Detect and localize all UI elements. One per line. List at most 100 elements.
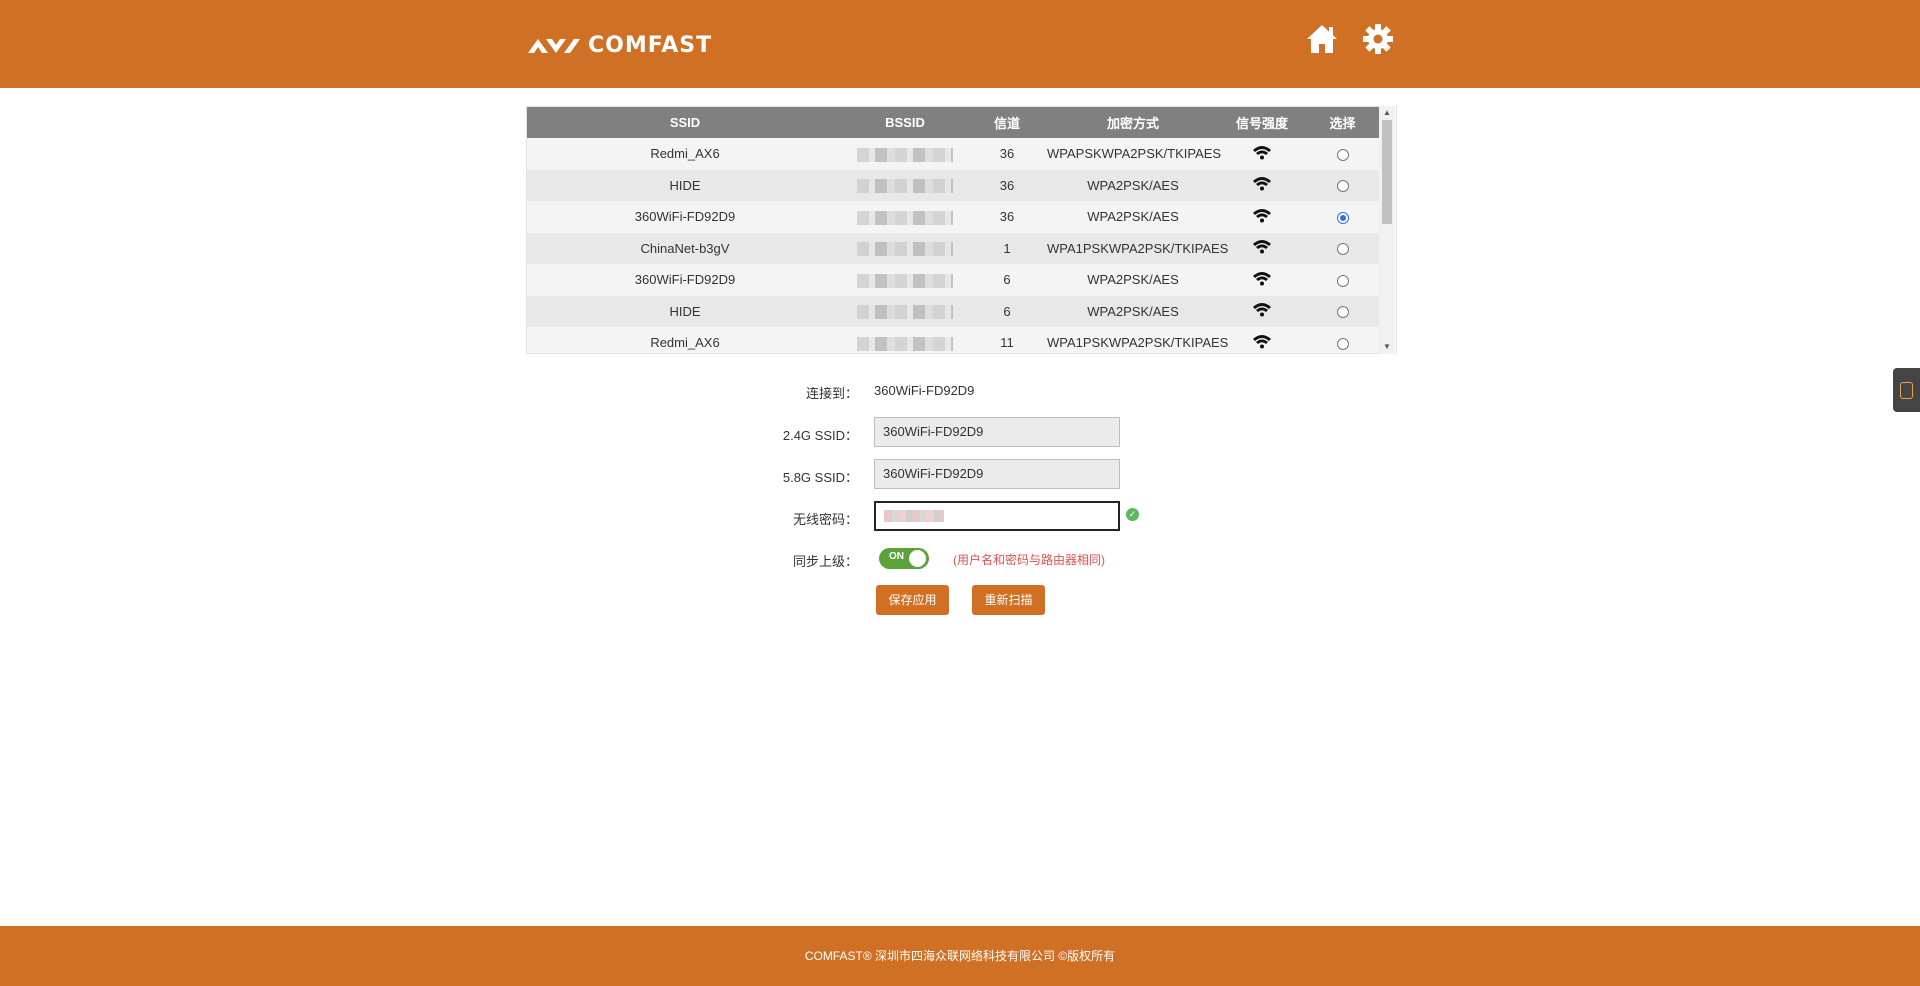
- cell-channel: 1: [967, 232, 1047, 264]
- bssid-redacted: [857, 273, 953, 288]
- cell-ssid: HIDE: [527, 295, 843, 327]
- cell-signal: [1219, 327, 1305, 353]
- cell-bssid: [843, 232, 967, 264]
- cell-bssid: [843, 264, 967, 296]
- wifi-signal-icon: [1252, 208, 1272, 226]
- cell-encryption: WPA2PSK/AES: [1047, 295, 1219, 327]
- wifi-signal-icon: [1252, 302, 1272, 320]
- bssid-redacted: [857, 242, 953, 257]
- select-radio[interactable]: [1336, 274, 1349, 287]
- wifi-signal-icon: [1252, 334, 1272, 352]
- cell-ssid: 360WiFi-FD92D9: [527, 264, 843, 296]
- select-radio[interactable]: [1336, 337, 1349, 350]
- column-header-signal: 信号强度: [1219, 107, 1305, 138]
- scrollbar-thumb[interactable]: [1382, 120, 1392, 224]
- cell-ssid: HIDE: [527, 169, 843, 201]
- cell-signal: [1219, 138, 1305, 170]
- cell-encryption: WPAPSKWPA2PSK/TKIPAES: [1047, 138, 1221, 170]
- cell-bssid: [843, 295, 967, 327]
- gear-icon[interactable]: [1361, 22, 1395, 56]
- select-radio[interactable]: [1336, 243, 1349, 256]
- cell-signal: [1219, 201, 1305, 233]
- home-icon[interactable]: [1305, 22, 1339, 56]
- column-header-channel: 信道: [967, 107, 1047, 138]
- select-radio[interactable]: [1336, 306, 1349, 319]
- cell-channel: 11: [967, 327, 1047, 353]
- wifi-signal-icon: [1252, 239, 1272, 257]
- table-row[interactable]: 360WiFi-FD92D9 36 WPA2PSK/AES: [527, 201, 1380, 233]
- cell-encryption: WPA1PSKWPA2PSK/TKIPAES: [1047, 232, 1228, 264]
- logo-text: COMFAST: [588, 32, 713, 58]
- ssid58-input[interactable]: 360WiFi-FD92D9: [874, 459, 1120, 489]
- wifi-signal-icon: [1252, 145, 1272, 163]
- cell-ssid: ChinaNet-b3gV: [527, 232, 843, 264]
- table-row[interactable]: Redmi_AX6 11 WPA1PSKWPA2PSK/TKIPAES: [527, 327, 1380, 353]
- table-row[interactable]: 360WiFi-FD92D9 6 WPA2PSK/AES: [527, 264, 1380, 296]
- footer-copyright: COMFAST® 深圳市四海众联网络科技有限公司 ©版权所有: [0, 926, 1920, 986]
- select-radio[interactable]: [1336, 180, 1349, 193]
- scroll-up-arrow-icon[interactable]: ▲: [1379, 107, 1395, 119]
- cell-signal: [1219, 232, 1305, 264]
- column-header-encryption: 加密方式: [1047, 107, 1219, 138]
- password-label: 无线密码：: [792, 512, 858, 527]
- cell-ssid: 360WiFi-FD92D9: [527, 201, 843, 233]
- cell-encryption: WPA2PSK/AES: [1047, 169, 1219, 201]
- mouse-icon: [1900, 382, 1913, 399]
- toggle-knob: [909, 550, 926, 567]
- table-row[interactable]: HIDE 6 WPA2PSK/AES: [527, 295, 1380, 327]
- cell-ssid: Redmi_AX6: [527, 138, 843, 170]
- cell-signal: [1219, 264, 1305, 296]
- table-row[interactable]: Redmi_AX6 36 WPAPSKWPA2PSK/TKIPAES: [527, 138, 1380, 170]
- cell-select[interactable]: [1305, 295, 1380, 327]
- cell-encryption: WPA2PSK/AES: [1047, 201, 1219, 233]
- cell-select[interactable]: [1305, 232, 1380, 264]
- bssid-redacted: [857, 336, 953, 351]
- connect-to-label: 连接到：: [805, 386, 858, 401]
- ssid24-input[interactable]: 360WiFi-FD92D9: [874, 417, 1120, 447]
- table-scrollbar[interactable]: ▲ ▼: [1379, 106, 1395, 354]
- cell-signal: [1219, 169, 1305, 201]
- cell-encryption: WPA1PSKWPA2PSK/TKIPAES: [1047, 327, 1228, 353]
- cell-bssid: [843, 201, 967, 233]
- cell-signal: [1219, 295, 1305, 327]
- side-float-tab[interactable]: [1893, 368, 1920, 412]
- password-mask: [884, 510, 944, 522]
- logo-mark-icon: [528, 39, 580, 53]
- table-header-row: SSID BSSID 信道 加密方式 信号强度 选择: [527, 107, 1380, 138]
- check-icon: ✓: [1126, 508, 1139, 521]
- cell-bssid: [843, 327, 967, 353]
- top-header: COMFAST: [0, 0, 1920, 88]
- wifi-signal-icon: [1252, 271, 1272, 289]
- sync-toggle[interactable]: ON: [879, 548, 929, 569]
- rescan-button[interactable]: 重新扫描: [972, 585, 1045, 615]
- cell-select[interactable]: [1305, 138, 1380, 170]
- cell-ssid: Redmi_AX6: [527, 327, 843, 353]
- column-header-ssid: SSID: [527, 107, 843, 138]
- cell-channel: 6: [967, 264, 1047, 296]
- cell-select[interactable]: [1305, 264, 1380, 296]
- cell-channel: 36: [967, 201, 1047, 233]
- column-header-bssid: BSSID: [843, 107, 967, 138]
- select-radio[interactable]: [1336, 148, 1349, 161]
- select-radio[interactable]: [1336, 211, 1349, 224]
- table-row[interactable]: ChinaNet-b3gV 1 WPA1PSKWPA2PSK/TKIPAES: [527, 232, 1380, 264]
- connect-to-value: 360WiFi-FD92D9: [874, 383, 975, 398]
- wifi-signal-icon: [1252, 176, 1272, 194]
- cell-select[interactable]: [1305, 169, 1380, 201]
- cell-select[interactable]: [1305, 201, 1380, 233]
- password-input[interactable]: [874, 501, 1120, 531]
- scan-results-panel: SSID BSSID 信道 加密方式 信号强度 选择 Redmi_AX6 36 WP…: [526, 106, 1397, 354]
- save-button[interactable]: 保存应用: [876, 585, 949, 615]
- column-header-select: 选择: [1305, 107, 1380, 138]
- cell-select[interactable]: [1305, 327, 1380, 353]
- scroll-down-arrow-icon[interactable]: ▼: [1379, 341, 1395, 353]
- cell-bssid: [843, 169, 967, 201]
- cell-channel: 36: [967, 138, 1047, 170]
- cell-channel: 36: [967, 169, 1047, 201]
- table-row[interactable]: HIDE 36 WPA2PSK/AES: [527, 169, 1380, 201]
- bssid-redacted: [857, 210, 953, 225]
- sync-note: (用户名和密码与路由器相同): [953, 553, 1105, 567]
- ssid24-label: 2.4G SSID：: [782, 428, 858, 443]
- cell-bssid: [843, 138, 967, 170]
- comfast-logo[interactable]: COMFAST: [526, 30, 712, 60]
